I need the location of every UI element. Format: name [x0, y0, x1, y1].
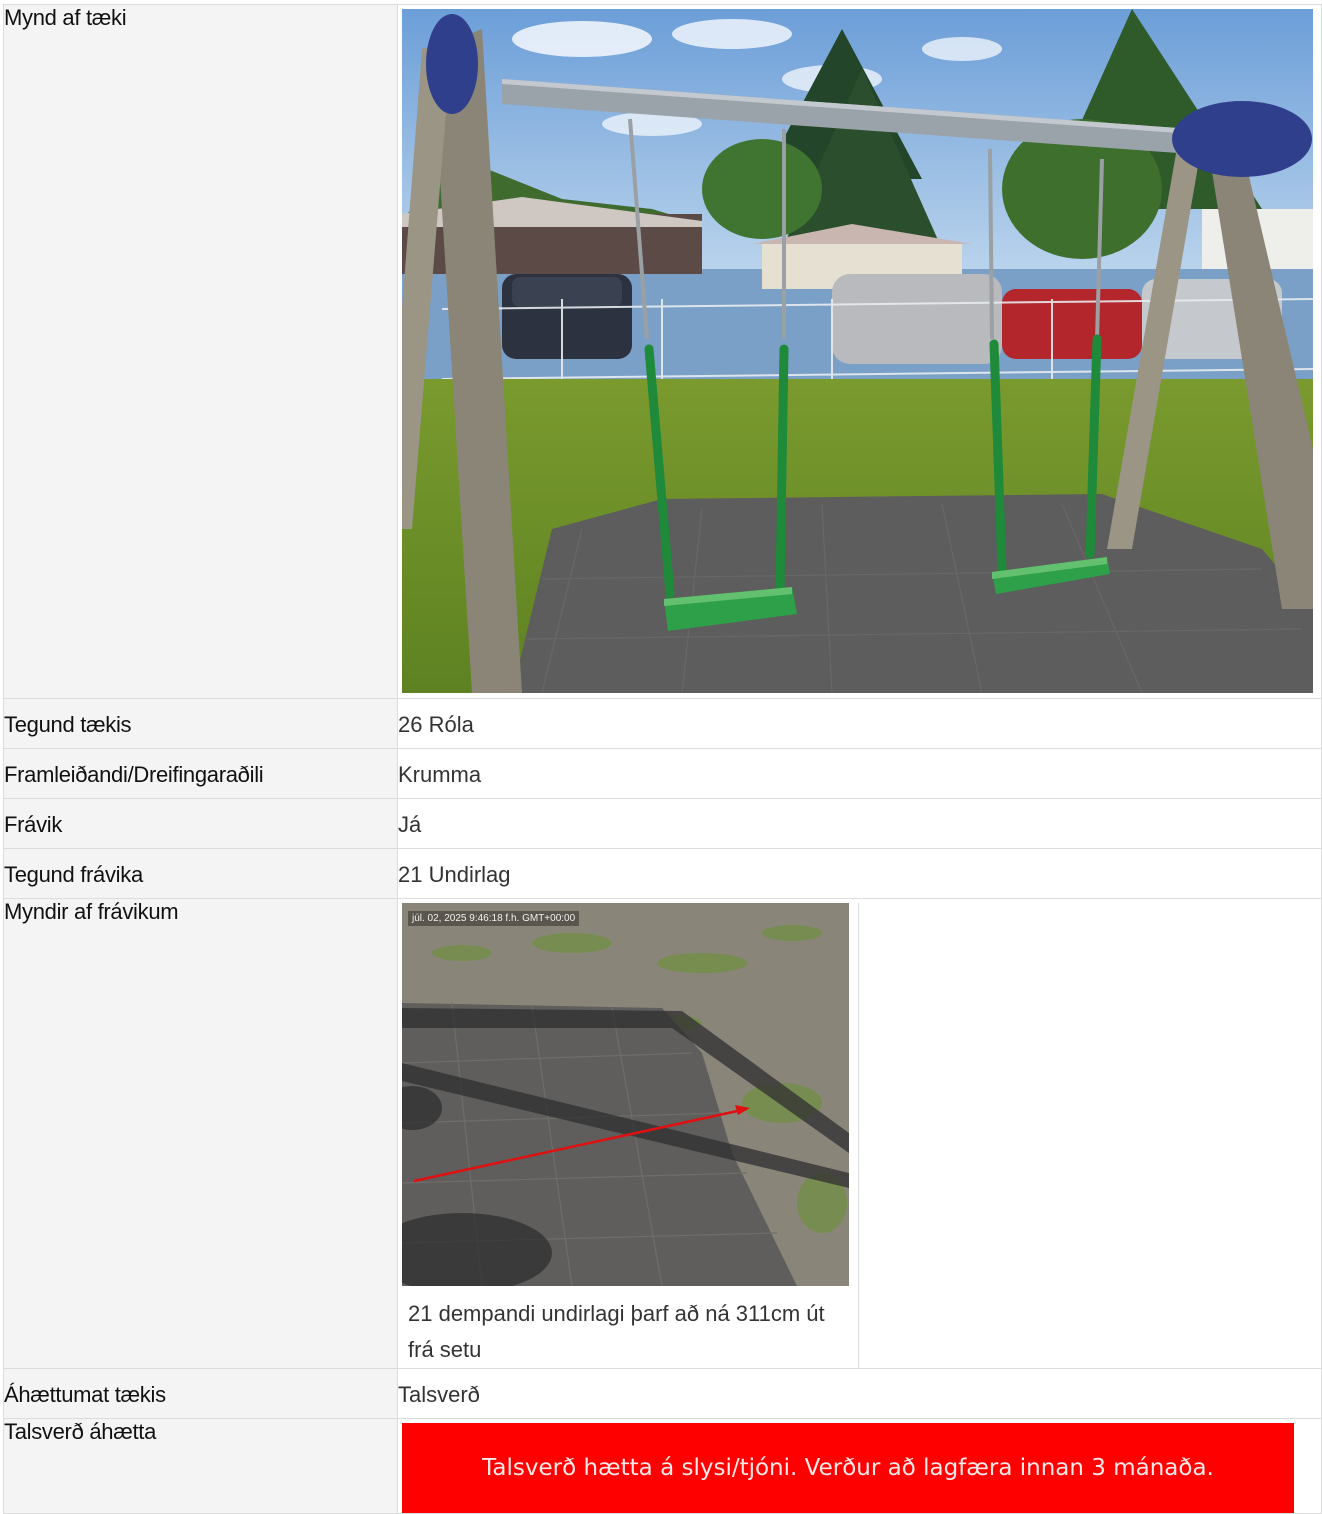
deviation-label: Frávik	[3, 798, 398, 849]
row-equipment-type: Tegund tækis 26 Róla	[3, 698, 1322, 749]
row-deviation-photos: Myndir af frávikum júl. 02, 2025 9:46:18…	[3, 898, 1322, 1369]
swing-photo-image	[402, 9, 1313, 693]
deviation-type-label: Tegund frávika	[3, 848, 398, 899]
row-deviation-type: Tegund frávika 21 Undirlag	[3, 848, 1322, 899]
risk-warning-banner: Talsverð hætta á slysi/tjóni. Verður að …	[402, 1423, 1294, 1513]
row-manufacturer: Framleiðandi/Dreifingaraðili Krumma	[3, 748, 1322, 799]
manufacturer-label: Framleiðandi/Dreifingaraðili	[3, 748, 398, 799]
row-risk-level: Talsverð áhætta Talsverð hætta á slysi/t…	[3, 1418, 1322, 1514]
row-risk-assessment: Áhættumat tækis Talsverð	[3, 1368, 1322, 1419]
equipment-photo	[402, 9, 1313, 693]
deviation-photos-cell: júl. 02, 2025 9:46:18 f.h. GMT+00:00 21 …	[397, 898, 1322, 1369]
risk-banner-cell: Talsverð hætta á slysi/tjóni. Verður að …	[397, 1418, 1322, 1514]
deviation-photo-card: júl. 02, 2025 9:46:18 f.h. GMT+00:00 21 …	[402, 903, 859, 1368]
row-deviation: Frávik Já	[3, 798, 1322, 849]
row-equipment-photo: Mynd af tæki	[3, 4, 1322, 699]
inspection-table: Mynd af tæki Tegund tækis 26 Róla Framle…	[3, 4, 1322, 1514]
deviation-value: Já	[397, 798, 1322, 849]
deviation-photos-label: Myndir af frávikum	[3, 898, 398, 1369]
risk-assessment-label: Áhættumat tækis	[3, 1368, 398, 1419]
photo-timestamp: júl. 02, 2025 9:46:18 f.h. GMT+00:00	[408, 911, 580, 926]
equipment-photo-label: Mynd af tæki	[3, 4, 398, 699]
equipment-type-label: Tegund tækis	[3, 698, 398, 749]
deviation-type-value: 21 Undirlag	[397, 848, 1322, 899]
equipment-type-value: 26 Róla	[397, 698, 1322, 749]
risk-assessment-value: Talsverð	[397, 1368, 1322, 1419]
equipment-photo-cell	[397, 4, 1322, 699]
deviation-caption: 21 dempandi undirlagi þarf að ná 311cm ú…	[408, 1301, 825, 1362]
surface-photo-image	[402, 903, 849, 1286]
risk-level-label: Talsverð áhætta	[3, 1418, 398, 1514]
manufacturer-value: Krumma	[397, 748, 1322, 799]
deviation-photo: júl. 02, 2025 9:46:18 f.h. GMT+00:00	[402, 903, 849, 1286]
